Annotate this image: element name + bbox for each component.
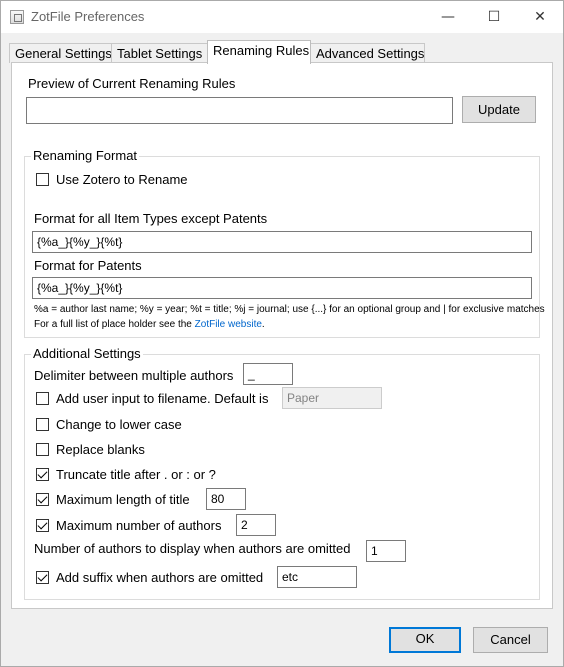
replace-blanks-label: Replace blanks [56,442,145,457]
num-display-field[interactable]: 1 [366,540,406,562]
placeholder-help-text: %a = author last name; %y = year; %t = t… [34,304,545,315]
close-button[interactable]: ✕ [525,5,555,29]
lower-case-row[interactable]: Change to lower case [36,417,182,432]
renaming-rules-panel: Preview of Current Renaming Rules Update… [11,62,553,609]
cancel-button[interactable]: Cancel [473,627,548,653]
user-input-checkbox[interactable] [36,392,49,405]
preview-heading: Preview of Current Renaming Rules [28,76,236,91]
replace-blanks-checkbox[interactable] [36,443,49,456]
delimiter-field[interactable]: _ [243,363,293,385]
max-authors-checkbox[interactable] [36,519,49,532]
lower-case-label: Change to lower case [56,417,182,432]
full-list-line: For a full list of place holder see the … [34,319,265,330]
tab-renaming-rules[interactable]: Renaming Rules [207,40,311,64]
renaming-format-title: Renaming Format [31,148,140,163]
replace-blanks-row[interactable]: Replace blanks [36,442,145,457]
format-patents-label: Format for Patents [34,258,142,273]
format-all-field[interactable]: {%a_}{%y_}{%t} [32,231,532,253]
additional-settings-title: Additional Settings [31,346,143,361]
truncate-title-row[interactable]: Truncate title after . or : or ? [36,467,216,482]
use-zotero-row[interactable]: Use Zotero to Rename [36,172,188,187]
full-list-text: For a full list of place holder see the [34,319,192,330]
suffix-field[interactable]: etc [277,566,357,588]
window-title: ZotFile Preferences [31,9,145,24]
minimize-button[interactable]: — [433,5,463,29]
maximize-button[interactable]: ☐ [479,5,509,29]
zotfile-preferences-window: ZotFile Preferences — ☐ ✕ General Settin… [0,0,564,667]
use-zotero-label: Use Zotero to Rename [56,172,188,187]
tab-general-settings[interactable]: General Settings [9,43,112,63]
app-icon [10,10,24,24]
max-authors-label: Maximum number of authors [56,518,222,533]
user-input-label: Add user input to filename. Default is [56,391,269,406]
lower-case-checkbox[interactable] [36,418,49,431]
max-length-label: Maximum length of title [56,492,190,507]
format-all-label: Format for all Item Types except Patents [34,211,268,226]
update-button[interactable]: Update [462,96,536,123]
preview-field[interactable] [26,97,453,124]
suffix-checkbox[interactable] [36,571,49,584]
max-length-field[interactable]: 80 [206,488,246,510]
max-authors-field[interactable]: 2 [236,514,276,536]
suffix-label: Add suffix when authors are omitted [56,570,264,585]
tab-advanced-settings[interactable]: Advanced Settings [310,43,425,63]
use-zotero-checkbox[interactable] [36,173,49,186]
full-list-period: . [261,319,265,330]
format-patents-field[interactable]: {%a_}{%y_}{%t} [32,277,532,299]
suffix-row[interactable]: Add suffix when authors are omitted [36,570,263,585]
truncate-title-label: Truncate title after . or : or ? [56,467,216,482]
num-display-label: Number of authors to display when author… [34,541,351,556]
max-length-checkbox[interactable] [36,493,49,506]
zotfile-website-link[interactable]: ZotFile website [195,319,262,330]
title-bar: ZotFile Preferences — ☐ ✕ [1,1,563,33]
tab-tablet-settings[interactable]: Tablet Settings [111,43,208,63]
max-length-row[interactable]: Maximum length of title [36,492,190,507]
max-authors-row[interactable]: Maximum number of authors [36,518,221,533]
delimiter-label: Delimiter between multiple authors [34,368,234,383]
user-input-row[interactable]: Add user input to filename. Default is [36,391,268,406]
truncate-title-checkbox[interactable] [36,468,49,481]
ok-button[interactable]: OK [389,627,461,653]
user-input-default-field[interactable]: Paper [282,387,382,409]
